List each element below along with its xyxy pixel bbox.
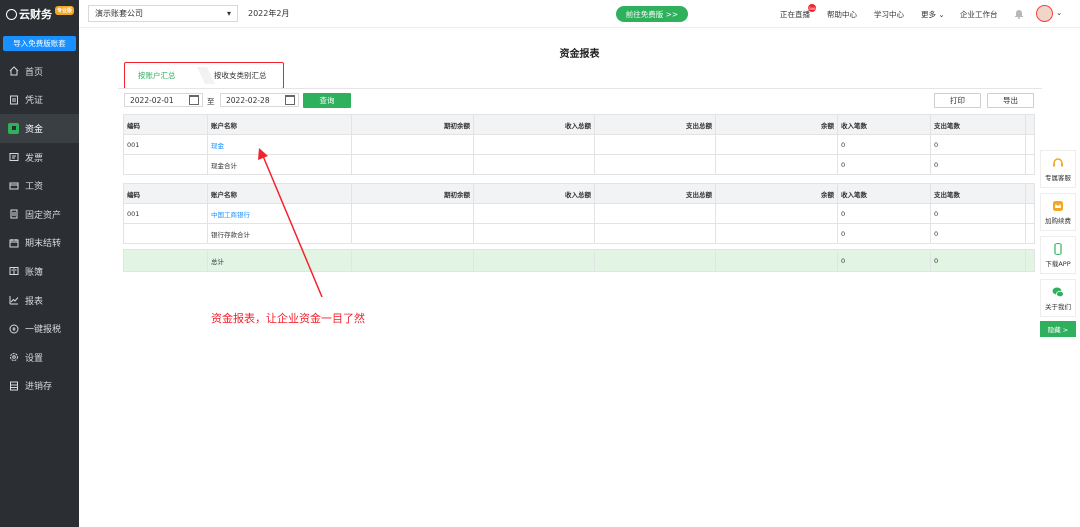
float-label: 下载APP bbox=[1045, 259, 1071, 268]
wechat-icon bbox=[1052, 287, 1064, 297]
float-label: 关于我们 bbox=[1045, 302, 1071, 311]
crown-icon bbox=[1053, 200, 1063, 211]
phone-icon bbox=[1054, 242, 1062, 255]
download-app-button[interactable]: 下载APP bbox=[1040, 236, 1076, 274]
about-us-button[interactable]: 关于我们 bbox=[1040, 279, 1076, 317]
headset-icon bbox=[1053, 157, 1063, 166]
annotation-arrow bbox=[258, 148, 323, 298]
renew-button[interactable]: 加购续费 bbox=[1040, 193, 1076, 231]
float-label: 专属客服 bbox=[1045, 173, 1071, 182]
hide-panel-button[interactable]: 隐藏 > bbox=[1040, 321, 1076, 337]
float-label: 加购续费 bbox=[1045, 216, 1071, 225]
annotation-text: 资金报表，让企业资金一目了然 bbox=[211, 312, 365, 325]
customer-service-button[interactable]: 专属客服 bbox=[1040, 150, 1076, 188]
